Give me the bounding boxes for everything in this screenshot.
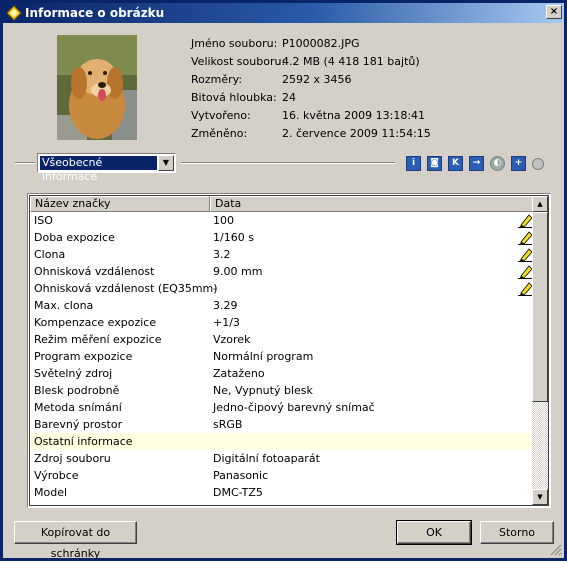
- table-row[interactable]: Režim měření expozice Vzorek: [30, 331, 533, 348]
- tag-name-cell: Clona: [34, 248, 66, 261]
- column-header-name[interactable]: Název značky: [30, 196, 210, 212]
- table-row[interactable]: Metoda snímání Jedno-čipový barevný sníma…: [30, 399, 533, 416]
- image-thumbnail: [57, 35, 137, 140]
- close-button[interactable]: ×: [546, 5, 562, 19]
- status-dot-icon: [532, 158, 544, 170]
- scroll-up-button[interactable]: ▲: [532, 196, 548, 212]
- tag-name-cell: Zdroj souboru: [34, 452, 111, 465]
- chevron-down-icon[interactable]: ▼: [158, 155, 174, 171]
- tag-name-cell: Blesk podrobně: [34, 384, 120, 397]
- table-row[interactable]: Blesk podrobně Ne, Vypnutý blesk: [30, 382, 533, 399]
- file-size-label: Velikost souboru:: [191, 55, 286, 68]
- tag-name-cell: Režim měření expozice: [34, 333, 162, 346]
- dialog-window: Informace o obrázku × Jméno souboru: P10…: [0, 0, 567, 561]
- close-icon: ×: [549, 6, 559, 17]
- tag-value-cell: 100: [213, 214, 234, 227]
- dimensions-label: Rozměry:: [191, 73, 243, 86]
- gps-icon[interactable]: ◐: [490, 156, 505, 171]
- edit-pencil-icon[interactable]: [518, 281, 533, 296]
- tag-value-cell: Jedno-čipový barevný snímač: [213, 401, 375, 414]
- copy-to-clipboard-button[interactable]: Kopírovat do schránky: [14, 521, 137, 560]
- category-select-value: Všeobecné informace: [40, 156, 157, 183]
- scroll-down-button[interactable]: ▼: [532, 489, 548, 505]
- tag-name-cell: Ostatní informace: [34, 435, 133, 448]
- created-label: Vytvořeno:: [191, 109, 251, 122]
- modified-label: Změněno:: [191, 127, 248, 140]
- window-title: Informace o obrázku: [25, 6, 165, 20]
- table-row[interactable]: Ohnisková vzdálenost 9.00 mm: [30, 263, 533, 280]
- tag-value-cell: Zataženo: [213, 367, 265, 380]
- dialog-client: Jméno souboru: P1000082.JPG Velikost sou…: [3, 23, 564, 560]
- add-icon[interactable]: +: [511, 156, 526, 171]
- table-section-row[interactable]: Ostatní informace: [30, 433, 533, 450]
- tag-name-cell: Kompenzace expozice: [34, 316, 157, 329]
- info-icon[interactable]: i: [406, 156, 421, 171]
- table-row[interactable]: Model DMC-TZ5: [30, 484, 533, 501]
- category-select[interactable]: Všeobecné informace ▼: [37, 153, 176, 183]
- edit-pencil-icon[interactable]: [518, 264, 533, 279]
- tag-name-cell: Barevný prostor: [34, 418, 123, 431]
- table-row[interactable]: Barevný prostor sRGB: [30, 416, 533, 433]
- file-size-value: 4.2 MB (4 418 181 bajtů): [282, 55, 420, 68]
- table-row[interactable]: Kompenzace expozice +1/3: [30, 314, 533, 331]
- table-row[interactable]: Program expozice Normální program: [30, 348, 533, 365]
- dimensions-value: 2592 x 3456: [282, 73, 352, 86]
- tag-name-cell: Ohnisková vzdálenost (EQ35mm): [34, 282, 218, 295]
- tag-value-cell: 3.29: [213, 299, 238, 312]
- tag-value-cell: Vzorek: [213, 333, 251, 346]
- tag-value-cell: +1/3: [213, 316, 240, 329]
- table-row[interactable]: Zdroj souboru Digitální fotoaparát: [30, 450, 533, 467]
- table-row[interactable]: Max. clona 3.29: [30, 297, 533, 314]
- title-bar[interactable]: Informace o obrázku ×: [3, 3, 564, 23]
- edit-pencil-icon[interactable]: [518, 230, 533, 245]
- file-name-value: P1000082.JPG: [282, 37, 360, 50]
- tag-name-cell: Výrobce: [34, 469, 79, 482]
- table-row[interactable]: Clona 3.2: [30, 246, 533, 263]
- ok-button[interactable]: OK: [396, 520, 472, 545]
- tag-value-cell: Digitální fotoaparát: [213, 452, 320, 465]
- tag-name-cell: Model: [34, 486, 68, 499]
- app-icon: [6, 5, 22, 21]
- tag-value-cell: 1/160 s: [213, 231, 254, 244]
- divider: [181, 162, 395, 164]
- tag-name-cell: ISO: [34, 214, 53, 227]
- bit-depth-label: Bitová hloubka:: [191, 91, 277, 104]
- edit-pencil-icon[interactable]: [518, 247, 533, 262]
- table-row[interactable]: ISO 100: [30, 212, 533, 229]
- tag-value-cell: 9.00 mm: [213, 265, 263, 278]
- table-row[interactable]: Doba expozice 1/160 s: [30, 229, 533, 246]
- edit-pencil-icon[interactable]: [518, 213, 533, 228]
- table-row[interactable]: Ohnisková vzdálenost (EQ35mm) -: [30, 280, 533, 297]
- table-row[interactable]: Výrobce Panasonic: [30, 467, 533, 484]
- bit-depth-value: 24: [282, 91, 296, 104]
- tag-value-cell: -: [213, 282, 217, 295]
- file-name-label: Jméno souboru:: [191, 37, 278, 50]
- tag-value-cell: 3.2: [213, 248, 231, 261]
- tag-value-cell: Ne, Vypnutý blesk: [213, 384, 313, 397]
- created-value: 16. května 2009 13:18:41: [282, 109, 426, 122]
- tag-name-cell: Max. clona: [34, 299, 94, 312]
- modified-value: 2. července 2009 11:54:15: [282, 127, 431, 140]
- tag-value-cell: sRGB: [213, 418, 243, 431]
- table-row[interactable]: Světelný zdroj Zataženo: [30, 365, 533, 382]
- table-header: Název značky Data: [30, 196, 533, 212]
- export-icon[interactable]: →: [469, 156, 484, 171]
- divider: [15, 162, 35, 164]
- tag-name-cell: Metoda snímání: [34, 401, 122, 414]
- resize-grip-icon[interactable]: [550, 544, 562, 556]
- scroll-thumb[interactable]: [532, 212, 548, 402]
- camera-icon[interactable]: ◙: [427, 156, 442, 171]
- tag-name-cell: Ohnisková vzdálenost: [34, 265, 155, 278]
- tag-value-cell: DMC-TZ5: [213, 486, 263, 499]
- tag-value-cell: Panasonic: [213, 469, 269, 482]
- column-header-data[interactable]: Data: [210, 196, 533, 212]
- tag-name-cell: Světelný zdroj: [34, 367, 113, 380]
- tag-name-cell: Program expozice: [34, 350, 133, 363]
- k-icon[interactable]: K: [448, 156, 463, 171]
- cancel-button[interactable]: Storno: [480, 521, 554, 544]
- tag-value-cell: Normální program: [213, 350, 314, 363]
- exif-table: Název značky Data ISO 100 Doba expozice 1/1…: [27, 193, 551, 508]
- tag-name-cell: Doba expozice: [34, 231, 115, 244]
- vertical-scrollbar[interactable]: ▲ ▼: [532, 196, 548, 505]
